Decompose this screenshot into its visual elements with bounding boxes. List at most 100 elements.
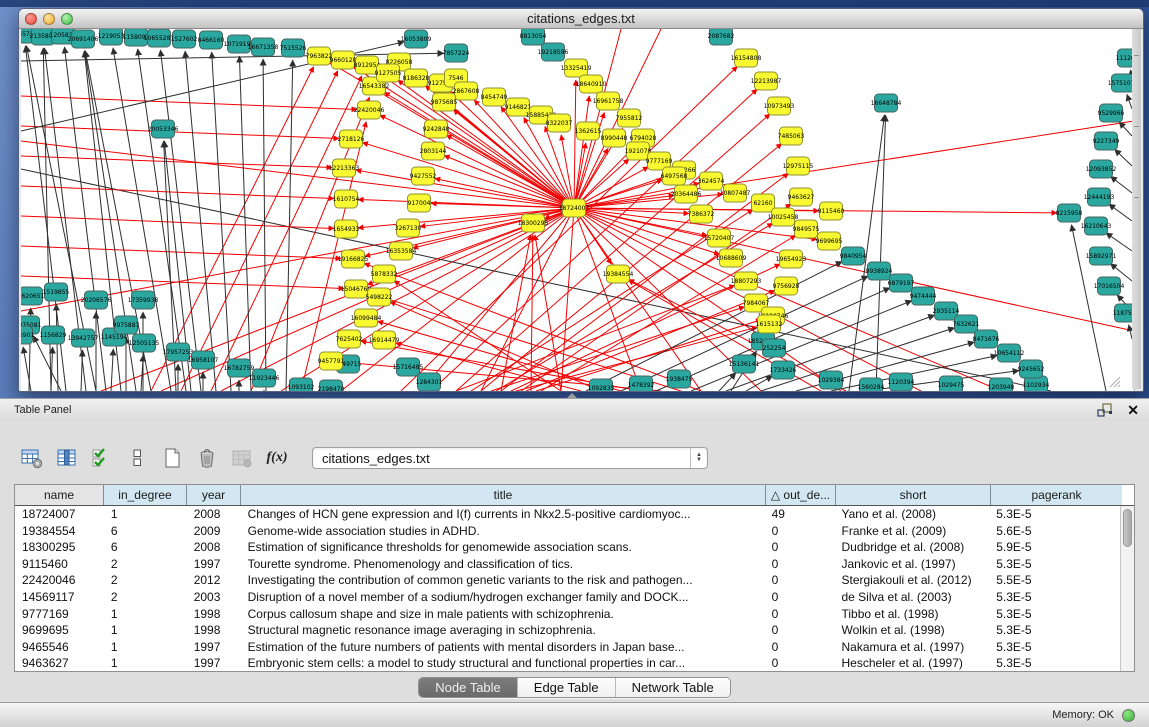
graph-node[interactable]: 9699695 <box>816 232 843 250</box>
graph-node[interactable]: 15716485 <box>393 358 424 376</box>
graph-node[interactable]: 1093102 <box>288 378 315 391</box>
table-row[interactable]: 946554611997Estimation of the future num… <box>15 639 1120 656</box>
close-window-button[interactable] <box>25 13 37 25</box>
table-cell[interactable]: 1998 <box>187 622 241 639</box>
graph-node[interactable]: 1654933 <box>333 220 360 238</box>
graph-node[interactable]: 20206576 <box>81 291 112 309</box>
table-cell[interactable]: 14569117 <box>15 589 104 606</box>
zoom-window-button[interactable] <box>61 13 73 25</box>
table-cell[interactable]: Hescheler et al. (1997) <box>835 655 990 671</box>
graph-node[interactable]: 16210643 <box>1081 217 1112 235</box>
tab-network-table[interactable]: Network Table <box>616 678 730 697</box>
dropdown-stepper-icon[interactable]: ▲▼ <box>690 448 707 468</box>
table-cell[interactable]: 5.3E-5 <box>989 606 1120 623</box>
graph-node[interactable]: 12093852 <box>1086 160 1117 178</box>
graph-node[interactable]: 22420046 <box>354 101 385 119</box>
table-cell[interactable]: Franke et al. (2009) <box>835 523 990 540</box>
minimize-window-button[interactable] <box>43 13 55 25</box>
graph-node[interactable]: 8322037 <box>546 114 573 132</box>
column-header-5[interactable]: short <box>836 485 991 505</box>
table-cell[interactable]: 1 <box>104 622 187 639</box>
graph-node[interactable]: 16353584 <box>386 242 417 260</box>
table-cell[interactable]: 9777169 <box>15 606 104 623</box>
table-cell[interactable]: Estimation of the future numbers of pati… <box>241 639 765 656</box>
table-row[interactable]: 1456911722003Disruption of a novel membe… <box>15 589 1120 606</box>
graph-node[interactable]: 18807293 <box>731 272 762 290</box>
tab-edge-table[interactable]: Edge Table <box>518 678 616 697</box>
column-header-0[interactable]: name <box>15 485 104 505</box>
table-cell[interactable]: Stergiakouli et al. (2012) <box>835 572 990 589</box>
table-cell[interactable]: 1997 <box>187 655 241 671</box>
table-cell[interactable]: 19384554 <box>15 523 104 540</box>
table-cell[interactable]: 9699695 <box>15 622 104 639</box>
graph-node[interactable]: 1478392 <box>628 376 655 391</box>
graph-node[interactable]: 1938475 <box>666 370 693 388</box>
graph-node[interactable]: 10688609 <box>716 249 747 267</box>
graph-node[interactable]: 9115460 <box>818 202 845 220</box>
table-row[interactable]: 977716911998Corpus callosum shape and si… <box>15 606 1120 623</box>
graph-node[interactable]: 9227349 <box>1093 132 1120 150</box>
graph-node[interactable]: 10025458 <box>768 208 799 226</box>
column-header-3[interactable]: title <box>241 485 766 505</box>
table-cell[interactable]: 1997 <box>187 639 241 656</box>
graph-node[interactable]: 20364486 <box>671 185 702 203</box>
table-row[interactable]: 2242004622012Investigating the contribut… <box>15 572 1120 589</box>
table-cell[interactable]: 9463627 <box>15 655 104 671</box>
graph-node[interactable]: 1092835 <box>588 379 615 391</box>
table-cell[interactable]: de Silva et al. (2003) <box>835 589 990 606</box>
table-cell[interactable]: 1997 <box>187 556 241 573</box>
graph-node[interactable]: 18300295 <box>518 214 549 232</box>
table-cell[interactable]: 18300295 <box>15 539 104 556</box>
table-cell[interactable]: 49 <box>765 506 835 523</box>
function-builder-icon[interactable]: f(x) <box>263 445 291 471</box>
graph-node[interactable]: 15892971 <box>1086 247 1117 265</box>
graph-node[interactable]: 16099484 <box>351 309 382 327</box>
table-header-row[interactable]: namein_degreeyeartitle△ out_de...shortpa… <box>15 485 1134 506</box>
table-cell[interactable]: 0 <box>765 639 835 656</box>
graph-node[interactable]: 12213987 <box>751 72 782 90</box>
graph-node[interactable]: 12505135 <box>129 334 160 352</box>
graph-node[interactable]: 7515526 <box>280 39 307 57</box>
memory-ok-led[interactable] <box>1122 709 1135 722</box>
graph-node[interactable]: 9840954 <box>840 247 867 265</box>
table-cell[interactable]: Genome-wide association studies in ADHD. <box>241 523 765 540</box>
graph-node[interactable]: 7625402 <box>336 330 363 348</box>
table-cell[interactable]: 1 <box>104 506 187 523</box>
graph-node[interactable]: 1519855 <box>43 283 70 301</box>
graph-node[interactable]: 16053809 <box>401 30 432 48</box>
graph-node[interactable]: 15136141 <box>729 355 760 373</box>
graph-node[interactable]: 9849575 <box>793 220 820 238</box>
table-row[interactable]: 946362711997Embryonic stem cells: a mode… <box>15 655 1120 671</box>
graph-node[interactable]: 9660128 <box>330 51 357 69</box>
graph-node[interactable]: 1219053 <box>98 29 125 45</box>
table-row[interactable]: 1938455462009Genome-wide association stu… <box>15 523 1120 540</box>
graph-node[interactable]: 3267130 <box>395 219 422 237</box>
table-cell[interactable]: Wolkin et al. (1998) <box>835 622 990 639</box>
graph-node[interactable]: 19384554 <box>603 265 634 283</box>
graph-node[interactable]: 5498222 <box>366 288 393 306</box>
table-selector-dropdown[interactable]: citations_edges.txt ▲▼ <box>312 447 708 469</box>
graph-node[interactable]: 7485063 <box>778 127 805 145</box>
graph-node[interactable]: 17016504 <box>1094 277 1125 295</box>
graph-node[interactable]: 1615132 <box>756 315 783 333</box>
graph-node[interactable]: 18640910 <box>576 75 607 93</box>
table-cell[interactable]: 0 <box>765 589 835 606</box>
graph-node[interactable]: 12444193 <box>1084 188 1115 206</box>
graph-node[interactable]: 6497568 <box>661 167 688 185</box>
graph-node[interactable]: 8215958 <box>1056 204 1083 222</box>
table-row[interactable]: 1830029562008Estimation of significance … <box>15 539 1120 556</box>
table-cell[interactable]: 5.3E-5 <box>989 655 1120 671</box>
graph-node[interactable]: 1029384 <box>818 371 845 389</box>
graph-node[interactable]: 16154808 <box>731 49 762 67</box>
graph-node[interactable]: 9938924 <box>866 262 893 280</box>
graph-node[interactable]: 16914479 <box>369 331 400 349</box>
graph-node[interactable]: 8466160 <box>198 31 225 49</box>
graph-node[interactable]: 7386372 <box>688 205 715 223</box>
table-cell[interactable]: 1 <box>104 639 187 656</box>
graph-node[interactable]: 1156829 <box>40 326 67 344</box>
table-cell[interactable]: 2003 <box>187 589 241 606</box>
graph-node[interactable]: 9975887 <box>113 316 140 334</box>
graph-node[interactable]: 5878332 <box>371 265 398 283</box>
graph-node[interactable]: 2198470 <box>318 380 345 391</box>
table-cell[interactable]: 2008 <box>187 506 241 523</box>
